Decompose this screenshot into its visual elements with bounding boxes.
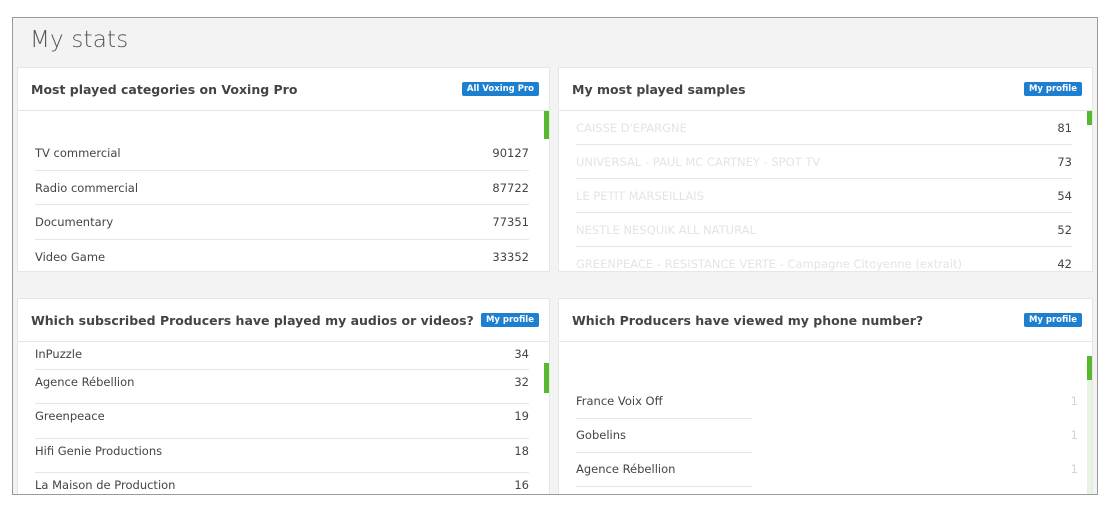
panel-header: My most played samples My profile <box>559 68 1092 111</box>
list-item: LE PETIT MARSEILLAIS 54 <box>576 179 1072 213</box>
list-item: Video Game 33352 <box>35 240 529 272</box>
list-item: France Voix Off 1 <box>576 384 1078 419</box>
item-name: InPuzzle <box>35 347 83 361</box>
item-name: Agence Rébellion <box>35 375 135 389</box>
item-count: 33352 <box>492 249 529 264</box>
panel-title: My most played samples <box>572 82 746 97</box>
panel-producers-played: Which subscribed Producers have played m… <box>17 298 550 494</box>
item-name: NESTLE NESQUIK ALL NATURAL <box>576 223 756 237</box>
samples-list[interactable]: CAISSE D'EPARGNE 81 UNIVERSAL - PAUL MC … <box>576 111 1072 271</box>
item-name: CAISSE D'EPARGNE <box>576 121 687 135</box>
panel-title: Most played categories on Voxing Pro <box>31 82 298 97</box>
panel-most-played-categories: Most played categories on Voxing Pro All… <box>17 67 550 272</box>
list-item: Greenpeace 19 <box>35 404 529 439</box>
panel-header: Which Producers have viewed my phone num… <box>559 299 1092 342</box>
item-count: 18 <box>514 443 529 458</box>
producers-played-list[interactable]: InPuzzle 34 Agence Rébellion 32 Greenpea… <box>35 347 529 494</box>
item-count: 81 <box>1057 121 1072 135</box>
list-item: NESTLE NESQUIK ALL NATURAL 52 <box>576 213 1072 247</box>
item-count: 16 <box>514 477 529 492</box>
list-item: TV commercial 90127 <box>35 136 529 171</box>
item-count: 87722 <box>492 180 529 195</box>
item-name: Greenpeace <box>35 409 105 424</box>
scrollbar-track[interactable] <box>1087 380 1092 494</box>
my-profile-button[interactable]: My profile <box>480 313 539 327</box>
item-count: 77351 <box>492 215 529 229</box>
list-item: Radio commercial 87722 <box>35 171 529 205</box>
producers-phone-list[interactable]: France Voix Off 1 Gobelins 1 Agence Rébe… <box>576 384 1078 494</box>
item-name: France Voix Off <box>576 384 752 419</box>
list-item: UNIVERSAL - PAUL MC CARTNEY - SPOT TV 73 <box>576 145 1072 179</box>
item-count: 52 <box>1057 223 1072 237</box>
item-name: Gobelins <box>576 418 752 453</box>
item-count: 73 <box>1057 155 1072 169</box>
item-name: Video Game <box>35 249 106 264</box>
scrollbar-thumb[interactable] <box>544 363 549 393</box>
item-name: Radio commercial <box>35 180 139 195</box>
scrollbar-thumb[interactable] <box>1087 356 1092 380</box>
panel-title: Which Producers have viewed my phone num… <box>572 313 924 328</box>
my-profile-button[interactable]: My profile <box>1023 313 1082 327</box>
item-name: Agence Rébellion <box>576 452 752 487</box>
list-item: Gobelins 1 <box>576 418 1078 453</box>
panel-producers-viewed-phone: Which Producers have viewed my phone num… <box>558 298 1093 494</box>
item-name: GREENPEACE - RESISTANCE VERTE - Campagne… <box>576 257 963 271</box>
all-voxing-pro-button[interactable]: All Voxing Pro <box>461 82 539 96</box>
item-count: 32 <box>514 375 529 389</box>
panel-header: Which subscribed Producers have played m… <box>18 299 549 342</box>
item-count: 90127 <box>492 146 529 160</box>
page-title: My stats <box>30 27 129 53</box>
panel-title: Which subscribed Producers have played m… <box>31 313 474 328</box>
list-item: InPuzzle 34 <box>35 347 529 370</box>
list-item: Agence Rébellion 1 <box>576 452 1078 487</box>
item-count: 1 <box>1070 428 1078 442</box>
item-name: UNIVERSAL - PAUL MC CARTNEY - SPOT TV <box>576 155 821 169</box>
item-count: 34 <box>514 347 529 361</box>
list-item: Agence Rébellion 32 <box>35 370 529 405</box>
categories-list[interactable]: TV commercial 90127 Radio commercial 877… <box>35 136 529 272</box>
list-item: Hifi Genie Productions 18 <box>35 439 529 473</box>
panel-most-played-samples: My most played samples My profile CAISSE… <box>558 67 1093 272</box>
list-item: La Maison de Production 16 <box>35 473 529 494</box>
list-item: GREENPEACE - RESISTANCE VERTE - Campagne… <box>576 247 1072 271</box>
list-item: CAISSE D'EPARGNE 81 <box>576 111 1072 145</box>
scrollbar-thumb[interactable] <box>1087 111 1092 125</box>
scrollbar-thumb[interactable] <box>544 111 549 139</box>
my-profile-button[interactable]: My profile <box>1023 82 1082 96</box>
item-count: 19 <box>514 409 529 424</box>
item-count: 1 <box>1070 394 1078 408</box>
item-count: 54 <box>1057 189 1072 203</box>
panel-header: Most played categories on Voxing Pro All… <box>18 68 549 111</box>
stats-container: My stats Most played categories on Voxin… <box>12 17 1098 495</box>
item-count: 42 <box>1057 257 1072 271</box>
item-name: LE PETIT MARSEILLAIS <box>576 189 704 203</box>
item-name: Documentary <box>35 215 114 229</box>
item-count: 1 <box>1070 462 1078 476</box>
item-name: Hifi Genie Productions <box>35 443 163 458</box>
item-name: TV commercial <box>35 146 121 160</box>
list-item: Documentary 77351 <box>35 205 529 240</box>
item-name: La Maison de Production <box>35 477 176 492</box>
